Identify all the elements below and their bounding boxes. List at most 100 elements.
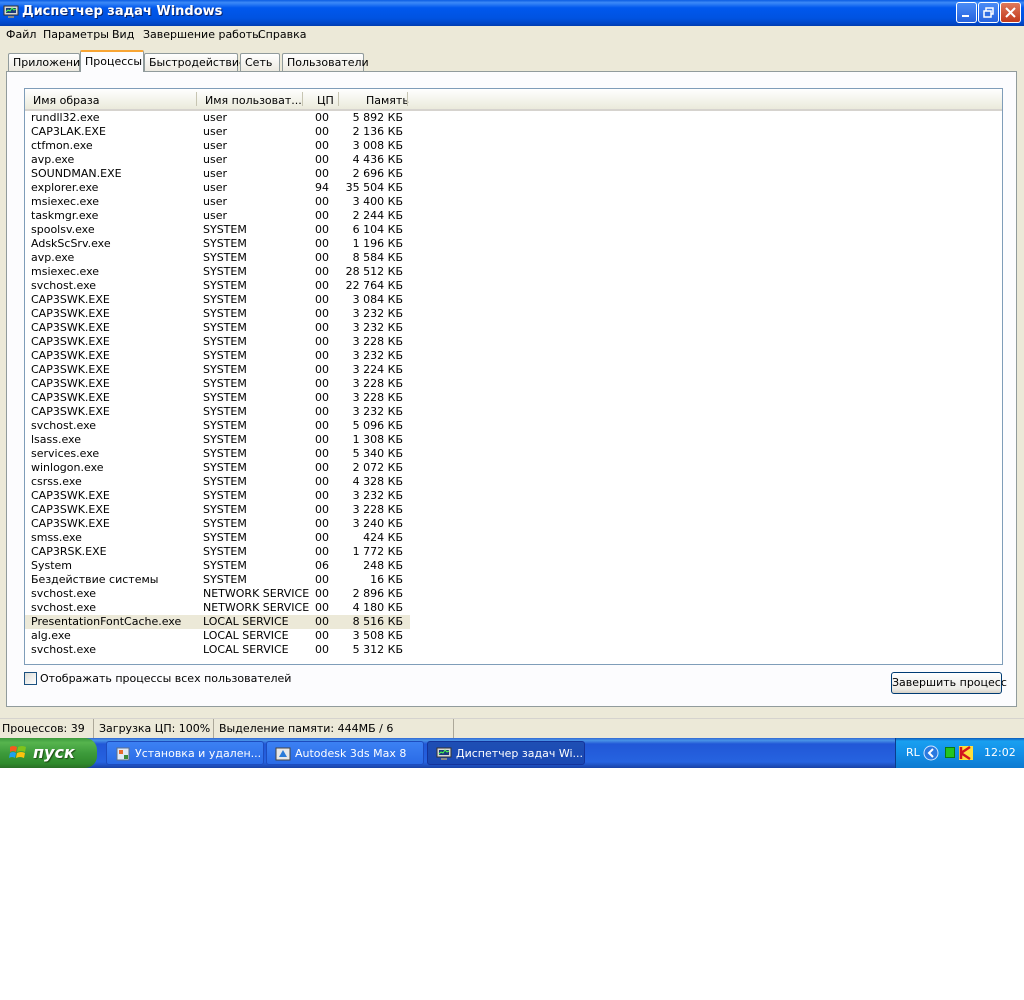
table-row[interactable]: svchost.exe NETWORK SERVICE 00 4 180 КБ (25, 601, 410, 615)
taskbar-item-add-remove[interactable]: Установка и удален... (106, 741, 264, 765)
show-all-users-label[interactable]: Отображать процессы всех пользователей (40, 672, 291, 685)
cell-cpu: 00 (315, 195, 329, 208)
table-row[interactable]: CAP3SWK.EXE SYSTEM 00 3 232 КБ (25, 405, 410, 419)
table-row[interactable]: ctfmon.exe user 00 3 008 КБ (25, 139, 410, 153)
column-header-image-name[interactable]: Имя образа (33, 89, 99, 109)
restore-icon (983, 7, 994, 18)
table-row[interactable]: SOUNDMAN.EXE user 00 2 696 КБ (25, 167, 410, 181)
table-row[interactable]: csrss.exe SYSTEM 00 4 328 КБ (25, 475, 410, 489)
tab-users[interactable]: Пользователи (282, 53, 369, 71)
table-row[interactable]: rundll32.exe user 00 5 892 КБ (25, 111, 410, 125)
column-divider[interactable] (196, 92, 197, 106)
table-row[interactable]: smss.exe SYSTEM 00 424 КБ (25, 531, 410, 545)
table-row[interactable]: taskmgr.exe user 00 2 244 КБ (25, 209, 410, 223)
table-row[interactable]: lsass.exe SYSTEM 00 1 308 КБ (25, 433, 410, 447)
taskbar-item-task-manager[interactable]: Диспетчер задач Wi... (427, 741, 585, 765)
cell-memory: 2 696 КБ (352, 167, 403, 180)
table-row[interactable]: svchost.exe SYSTEM 00 22 764 КБ (25, 279, 410, 293)
table-row[interactable]: CAP3SWK.EXE SYSTEM 00 3 228 КБ (25, 503, 410, 517)
menu-options[interactable]: Параметры (43, 28, 109, 41)
list-rows: rundll32.exe user 00 5 892 КБ CAP3LAK.EXE use… (25, 111, 1002, 657)
column-header-memory[interactable]: Память (366, 89, 409, 109)
close-button[interactable] (1000, 2, 1021, 23)
table-row[interactable]: msiexec.exe user 00 3 400 КБ (25, 195, 410, 209)
cell-memory: 35 504 КБ (345, 181, 403, 194)
menu-shutdown[interactable]: Завершение работы (143, 28, 261, 41)
checkbox-box[interactable] (24, 672, 37, 685)
end-process-button[interactable]: Завершить процесс (891, 672, 1007, 694)
table-row[interactable]: CAP3SWK.EXE SYSTEM 00 3 240 КБ (25, 517, 410, 531)
cell-memory: 8 516 КБ (352, 615, 403, 628)
tab-network[interactable]: Сеть (240, 53, 280, 71)
table-row[interactable]: CAP3SWK.EXE SYSTEM 00 3 232 КБ (25, 307, 410, 321)
title-bar[interactable]: Диспетчер задач Windows (0, 0, 1024, 26)
table-row[interactable]: System SYSTEM 06 248 КБ (25, 559, 410, 573)
table-row[interactable]: CAP3SWK.EXE SYSTEM 00 3 232 КБ (25, 349, 410, 363)
table-row[interactable]: spoolsv.exe SYSTEM 00 6 104 КБ (25, 223, 410, 237)
table-row[interactable]: CAP3SWK.EXE SYSTEM 00 3 232 КБ (25, 489, 410, 503)
table-row[interactable]: CAP3SWK.EXE SYSTEM 00 3 228 КБ (25, 335, 410, 349)
cell-image-name: CAP3SWK.EXE (31, 391, 110, 404)
table-row[interactable]: CAP3SWK.EXE SYSTEM 00 3 224 КБ (25, 363, 410, 377)
table-row[interactable]: PresentationFontCache.exe LOCAL SERVICE 00… (25, 615, 410, 629)
network-status-icon[interactable] (945, 747, 955, 758)
cell-cpu: 00 (315, 391, 329, 404)
table-row[interactable]: services.exe SYSTEM 00 5 340 КБ (25, 447, 410, 461)
table-row[interactable]: explorer.exe user 94 35 504 КБ (25, 181, 410, 195)
table-row[interactable]: svchost.exe NETWORK SERVICE 00 2 896 КБ (25, 587, 410, 601)
restore-button[interactable] (978, 2, 999, 23)
minimize-button[interactable] (956, 2, 977, 23)
start-label: пуск (33, 743, 75, 762)
table-row[interactable]: avp.exe user 00 4 436 КБ (25, 153, 410, 167)
column-divider[interactable] (407, 92, 408, 106)
table-row[interactable]: CAP3RSK.EXE SYSTEM 00 1 772 КБ (25, 545, 410, 559)
cell-user-name: SYSTEM (203, 503, 247, 516)
table-row[interactable]: CAP3SWK.EXE SYSTEM 00 3 228 КБ (25, 391, 410, 405)
column-header-cpu[interactable]: ЦП (317, 89, 334, 109)
tab-performance[interactable]: Быстродействие (144, 53, 246, 71)
tab-applications[interactable]: Приложения (8, 53, 87, 71)
clock[interactable]: 12:02 (984, 746, 1016, 759)
cell-cpu: 00 (315, 419, 329, 432)
table-row[interactable]: CAP3SWK.EXE SYSTEM 00 3 084 КБ (25, 293, 410, 307)
process-list[interactable]: Имя образа Имя пользоват... ЦП Память ru… (24, 88, 1003, 665)
menu-file[interactable]: Файл (6, 28, 36, 41)
table-row[interactable]: CAP3SWK.EXE SYSTEM 00 3 232 КБ (25, 321, 410, 335)
table-row[interactable]: avp.exe SYSTEM 00 8 584 КБ (25, 251, 410, 265)
cell-user-name: SYSTEM (203, 251, 247, 264)
column-divider[interactable] (302, 92, 303, 106)
cell-memory: 1 772 КБ (352, 545, 403, 558)
table-row[interactable]: CAP3SWK.EXE SYSTEM 00 3 228 КБ (25, 377, 410, 391)
table-row[interactable]: winlogon.exe SYSTEM 00 2 072 КБ (25, 461, 410, 475)
cell-image-name: System (31, 559, 73, 572)
cell-cpu: 00 (315, 321, 329, 334)
start-button[interactable]: пуск (0, 738, 97, 768)
table-row[interactable]: AdskScSrv.exe SYSTEM 00 1 196 КБ (25, 237, 410, 251)
tab-processes[interactable]: Процессы (80, 50, 144, 72)
table-row[interactable]: alg.exe LOCAL SERVICE 00 3 508 КБ (25, 629, 410, 643)
cell-memory: 5 312 КБ (352, 643, 403, 656)
menu-help[interactable]: Справка (258, 28, 306, 41)
cell-user-name: SYSTEM (203, 573, 247, 586)
taskbar-item-3dsmax[interactable]: Autodesk 3ds Max 8 (266, 741, 424, 765)
cell-user-name: SYSTEM (203, 293, 247, 306)
table-row[interactable]: Бездействие системы SYSTEM 00 16 КБ (25, 573, 410, 587)
table-row[interactable]: svchost.exe SYSTEM 00 5 096 КБ (25, 419, 410, 433)
cell-user-name: user (203, 111, 227, 124)
cell-user-name: SYSTEM (203, 265, 247, 278)
cell-cpu: 00 (315, 405, 329, 418)
show-hidden-icons-icon[interactable] (923, 745, 939, 761)
cell-memory: 3 232 КБ (352, 489, 403, 502)
column-divider[interactable] (338, 92, 339, 106)
language-indicator[interactable]: RL (906, 746, 920, 759)
cell-image-name: services.exe (31, 447, 100, 460)
menu-view[interactable]: Вид (112, 28, 134, 41)
antivirus-icon[interactable] (958, 745, 974, 761)
cell-memory: 3 228 КБ (352, 503, 403, 516)
cell-image-name: lsass.exe (31, 433, 81, 446)
table-row[interactable]: msiexec.exe SYSTEM 00 28 512 КБ (25, 265, 410, 279)
table-row[interactable]: svchost.exe LOCAL SERVICE 00 5 312 КБ (25, 643, 410, 657)
cell-image-name: AdskScSrv.exe (31, 237, 111, 250)
column-header-user-name[interactable]: Имя пользоват... (205, 89, 302, 109)
table-row[interactable]: CAP3LAK.EXE user 00 2 136 КБ (25, 125, 410, 139)
